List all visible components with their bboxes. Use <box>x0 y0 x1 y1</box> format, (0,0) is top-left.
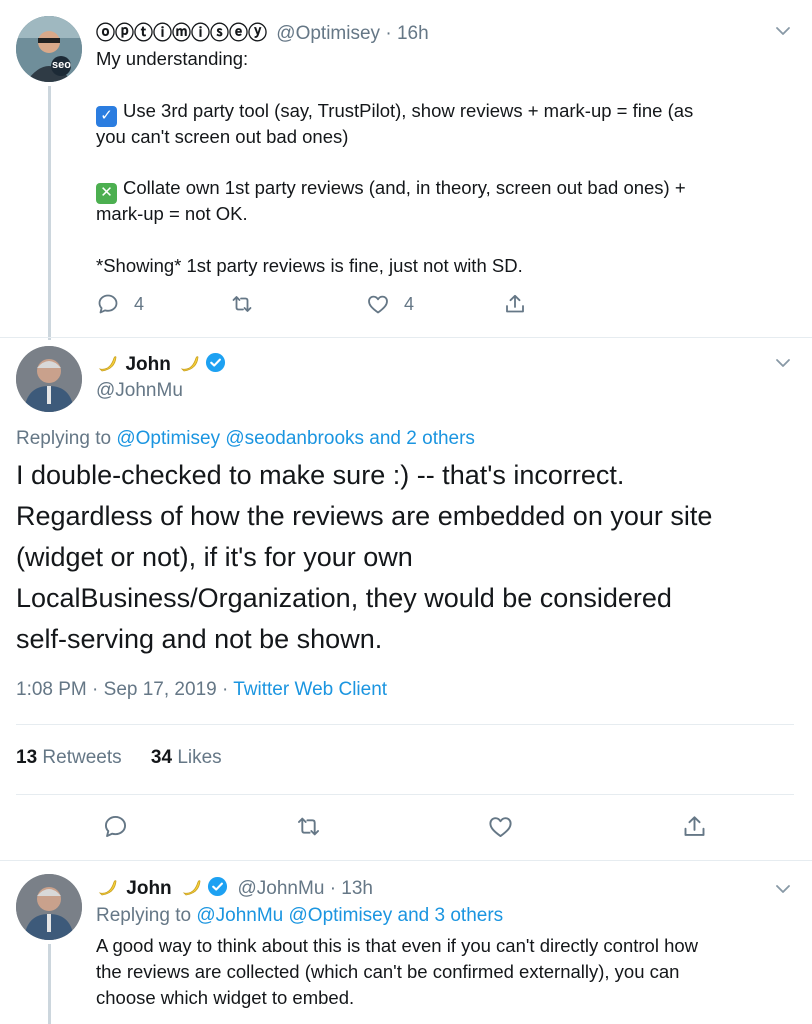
tweet2-text-line: self-serving and not be shown. <box>16 624 383 654</box>
chevron-down-icon[interactable] <box>772 20 794 42</box>
retweets-count: 13 <box>16 747 38 768</box>
tweet2-text: I double-checked to make sure :) -- that… <box>16 455 712 660</box>
tweet2-text-line: LocalBusiness/Organization, they would b… <box>16 583 672 613</box>
divider <box>16 724 794 725</box>
chevron-down-icon[interactable] <box>772 352 794 374</box>
tweet2-text-line: Regardless of how the reviews are embedd… <box>16 501 713 531</box>
retweet-icon <box>297 817 320 836</box>
tweet3-replying-to: Replying to @JohnMu @Optimisey and 3 oth… <box>96 905 503 927</box>
tweet2-retweet-button[interactable] <box>295 813 322 840</box>
tweet1-separator: · <box>385 23 392 44</box>
share-icon <box>506 294 524 313</box>
tweet1-cross-item: ✕ Collate own 1st party reviews (and, in … <box>96 175 686 204</box>
retweet-icon <box>232 296 252 312</box>
tweet1-text-intro: My understanding: <box>96 48 249 69</box>
replying-to-label: Replying to <box>96 905 192 926</box>
tweet1-check-line-1: Use 3rd party tool (say, TrustPilot), sh… <box>123 100 694 121</box>
likes-label: Likes <box>177 747 222 768</box>
banana-icon <box>98 356 117 372</box>
heart-icon <box>368 295 388 314</box>
tweet3-text-line: choose which widget to embed. <box>96 987 355 1008</box>
meta-separator: · <box>92 679 99 700</box>
tweet2-meta: 1:08 PM · Sep 17, 2019 · Twitter Web Cli… <box>16 679 387 701</box>
avatar-optimisey-label: seo <box>52 59 71 71</box>
tweet3-display-name[interactable]: John <box>126 878 171 899</box>
tweet2-stats: 13 Retweets 34 Likes <box>16 747 222 769</box>
tweet1-note: *Showing* 1st party reviews is fine, jus… <box>96 255 523 276</box>
tweet1-reply-button[interactable]: 4 <box>96 292 144 316</box>
tweet2-header: John <box>96 352 226 376</box>
avatar-johnmu-image <box>16 874 82 940</box>
tweet1-reply-count: 4 <box>134 293 145 314</box>
retweets-label: Retweets <box>42 747 122 768</box>
replying-to-label: Replying to <box>16 428 112 449</box>
tweet3-text-line: A good way to think about this is that e… <box>96 935 699 956</box>
reply-icon <box>104 815 127 838</box>
tweet2-date[interactable]: Sep 17, 2019 <box>104 679 217 700</box>
verified-badge-icon <box>208 876 228 897</box>
verified-badge-icon <box>205 352 225 373</box>
tweet2-client[interactable]: Twitter Web Client <box>233 679 387 700</box>
meta-separator: · <box>221 679 229 700</box>
tweet1-cross-line-1: Collate own 1st party reviews (and, in t… <box>123 177 686 198</box>
banana-icon <box>182 880 201 896</box>
avatar-johnmu-image <box>16 346 82 412</box>
tweet1-check-line-2: you can't screen out bad ones) <box>96 126 349 147</box>
avatar-optimisey-image <box>16 16 82 82</box>
tweet2-text-line: (widget or not), if it's for your own <box>16 542 413 572</box>
tweet3-header: John @JohnMu · 13h <box>96 876 373 900</box>
tweet1-check-item: ✓ Use 3rd party tool (say, TrustPilot), s… <box>96 98 693 127</box>
share-icon <box>684 816 705 836</box>
tweet3-text: A good way to think about this is that e… <box>96 933 698 1011</box>
tweet2-display-name[interactable]: John <box>125 354 170 375</box>
avatar-optimisey[interactable]: seo <box>16 16 82 82</box>
divider <box>0 337 812 338</box>
reply-icon <box>98 294 118 314</box>
tweet1-retweet-button[interactable] <box>230 292 254 316</box>
chevron-down-icon[interactable] <box>772 878 794 900</box>
tweet2-like-button[interactable] <box>487 813 514 840</box>
thread-line <box>48 944 51 1024</box>
tweet2-time[interactable]: 1:08 PM <box>16 679 87 700</box>
banana-icon <box>98 880 117 896</box>
likes-count: 34 <box>150 747 173 768</box>
heart-icon <box>489 817 512 838</box>
tweet2-replying-to: Replying to @Optimisey @seodanbrooks and… <box>16 428 475 450</box>
retweets-stat[interactable]: 13 Retweets <box>16 747 127 768</box>
tweet1-handle[interactable]: @Optimisey <box>276 23 380 44</box>
tweet2-handle[interactable]: @JohnMu <box>96 380 183 402</box>
tweet2-text-line: I double-checked to make sure :) -- that… <box>16 460 625 490</box>
banana-icon <box>181 356 199 372</box>
tweet1-share-button[interactable] <box>503 292 527 316</box>
divider <box>0 860 812 861</box>
tweet3-text-line: the reviews are collected (which can't b… <box>96 961 680 982</box>
tweet1-like-count: 4 <box>404 293 415 314</box>
tweet1-cross-line-2: mark-up = not OK. <box>96 203 248 224</box>
tweet3-time[interactable]: 13h <box>341 878 373 899</box>
tweet3-handle[interactable]: @JohnMu <box>238 878 325 899</box>
avatar-johnmu[interactable] <box>16 874 82 940</box>
tweet2-reply-button[interactable] <box>102 813 129 840</box>
tweet1-time[interactable]: 16h <box>397 23 429 44</box>
replying-to-links[interactable]: @JohnMu @Optimisey and 3 others <box>196 905 503 926</box>
tweet1-like-button[interactable]: 4 <box>366 292 414 316</box>
thread-line <box>48 86 51 340</box>
likes-stat[interactable]: 34 Likes <box>151 747 222 768</box>
replying-to-links[interactable]: @Optimisey @seodanbrooks and 2 others <box>116 428 475 449</box>
tweet1-display-name[interactable]: ⓞⓟⓣⓘⓜⓘⓢⓔⓨ <box>96 23 267 44</box>
tweet2-share-button[interactable] <box>681 813 708 840</box>
tweet1-header: ⓞⓟⓣⓘⓜⓘⓢⓔⓨ @Optimisey · 16h <box>96 18 429 45</box>
avatar-johnmu[interactable] <box>16 346 82 412</box>
tweet3-separator: · <box>329 878 337 899</box>
divider <box>16 794 794 795</box>
